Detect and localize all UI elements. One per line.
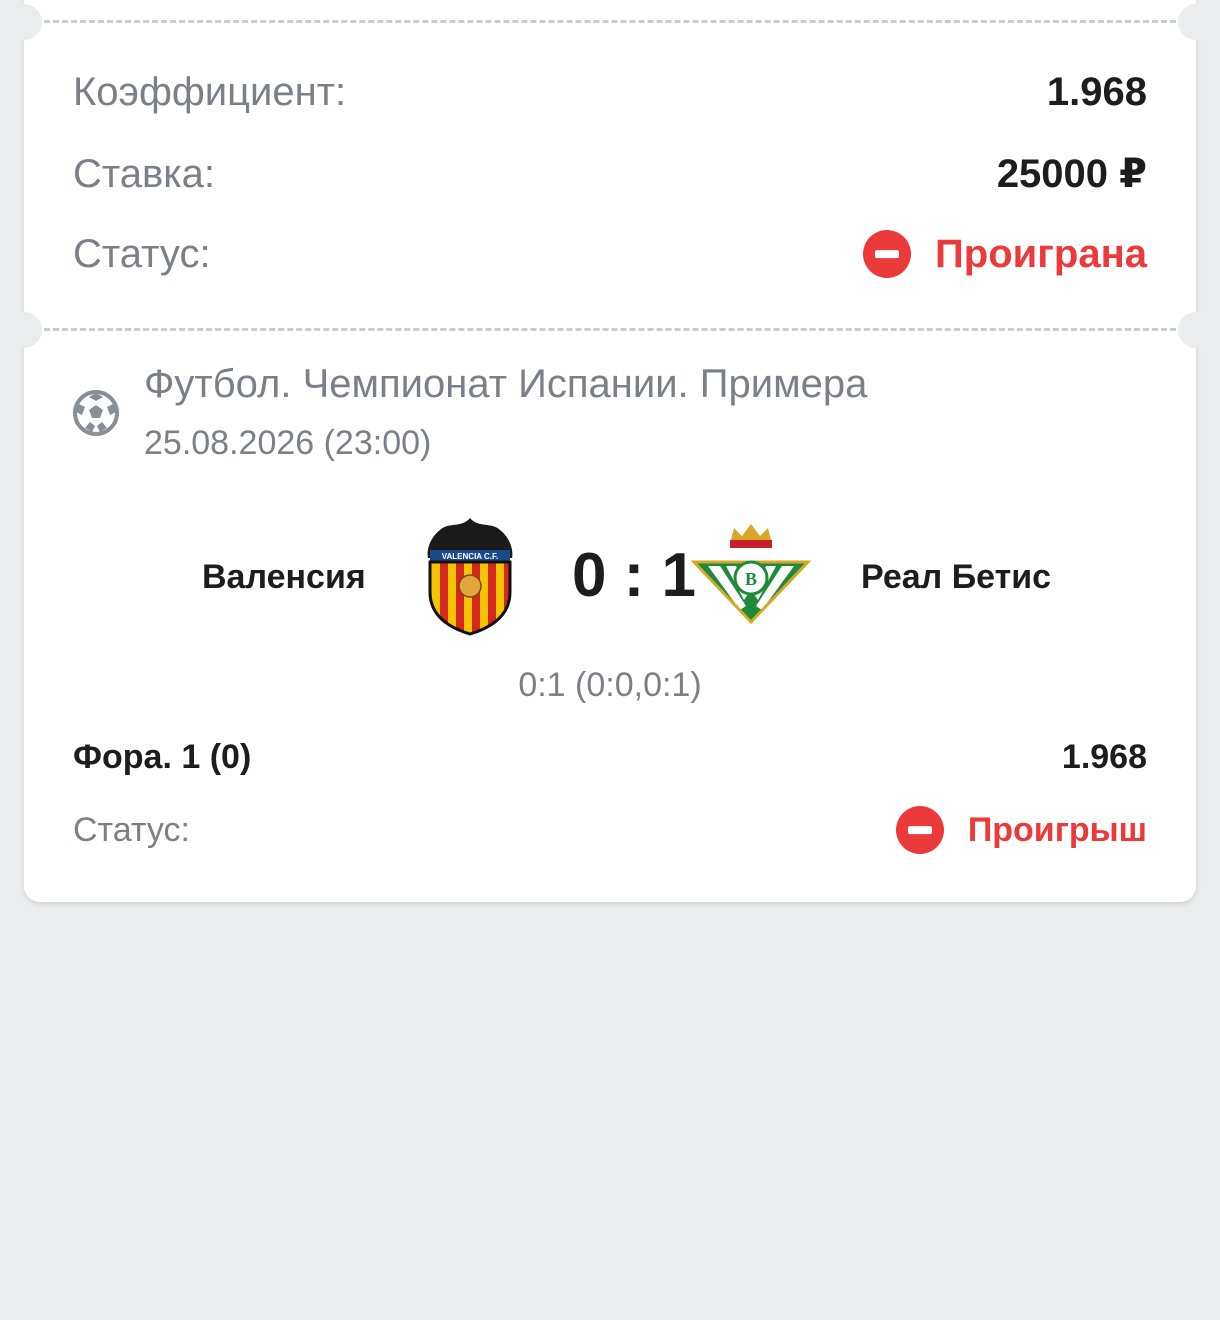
market-coefficient: 1.968: [1061, 738, 1147, 776]
valencia-crest-icon: VALENCIA C.F.: [427, 518, 513, 636]
away-team-name: Реал Бетис: [861, 558, 1052, 596]
event-date: 25.08.2026 (23:00): [144, 424, 432, 462]
divider: [44, 328, 1176, 331]
ticket-notch-right: [1178, 312, 1214, 348]
coefficient-row: Коэффициент: 1.968: [73, 70, 1147, 115]
ticket-notch-left: [6, 4, 42, 40]
ticket-notch-left: [6, 312, 42, 348]
ticket-notch-right: [1178, 4, 1214, 40]
coefficient-label: Коэффициент:: [73, 70, 347, 114]
bet-status-row: Статус: Проиграна: [73, 230, 1147, 278]
divider: [44, 20, 1176, 23]
soccer-ball-icon: [73, 390, 119, 436]
coefficient-value: 1.968: [1046, 70, 1147, 114]
event-status: Проигрыш: [895, 806, 1147, 854]
svg-text:B: B: [745, 569, 757, 589]
bet-status-label: Статус:: [73, 231, 211, 276]
bet-status: Проиграна: [863, 230, 1147, 278]
market-label: Фора. 1 (0): [73, 738, 252, 776]
minus-circle-icon: [863, 230, 912, 278]
svg-text:VALENCIA C.F.: VALENCIA C.F.: [442, 552, 498, 561]
score-detail: 0:1 (0:0,0:1): [518, 666, 702, 704]
bet-card: Коэффициент: 1.968 Ставка: 25000 ₽ Стату…: [6, 0, 1214, 902]
bet-status-value: Проиграна: [935, 231, 1147, 276]
real-betis-crest-icon: B: [690, 524, 812, 625]
market-row: Фора. 1 (0) 1.968: [73, 738, 1147, 777]
event-status-row: Статус: Проигрыш: [73, 806, 1147, 854]
stake-row: Ставка: 25000 ₽: [73, 151, 1147, 197]
event-status-value: Проигрыш: [967, 810, 1147, 849]
event-status-label: Статус:: [73, 810, 190, 849]
home-team-name: Валенсия: [202, 558, 366, 596]
stake-label: Ставка:: [73, 151, 215, 196]
minus-circle-icon: [895, 806, 944, 854]
stake-value: 25000 ₽: [996, 152, 1147, 196]
league-title: Футбол. Чемпионат Испании. Примера: [144, 362, 868, 406]
